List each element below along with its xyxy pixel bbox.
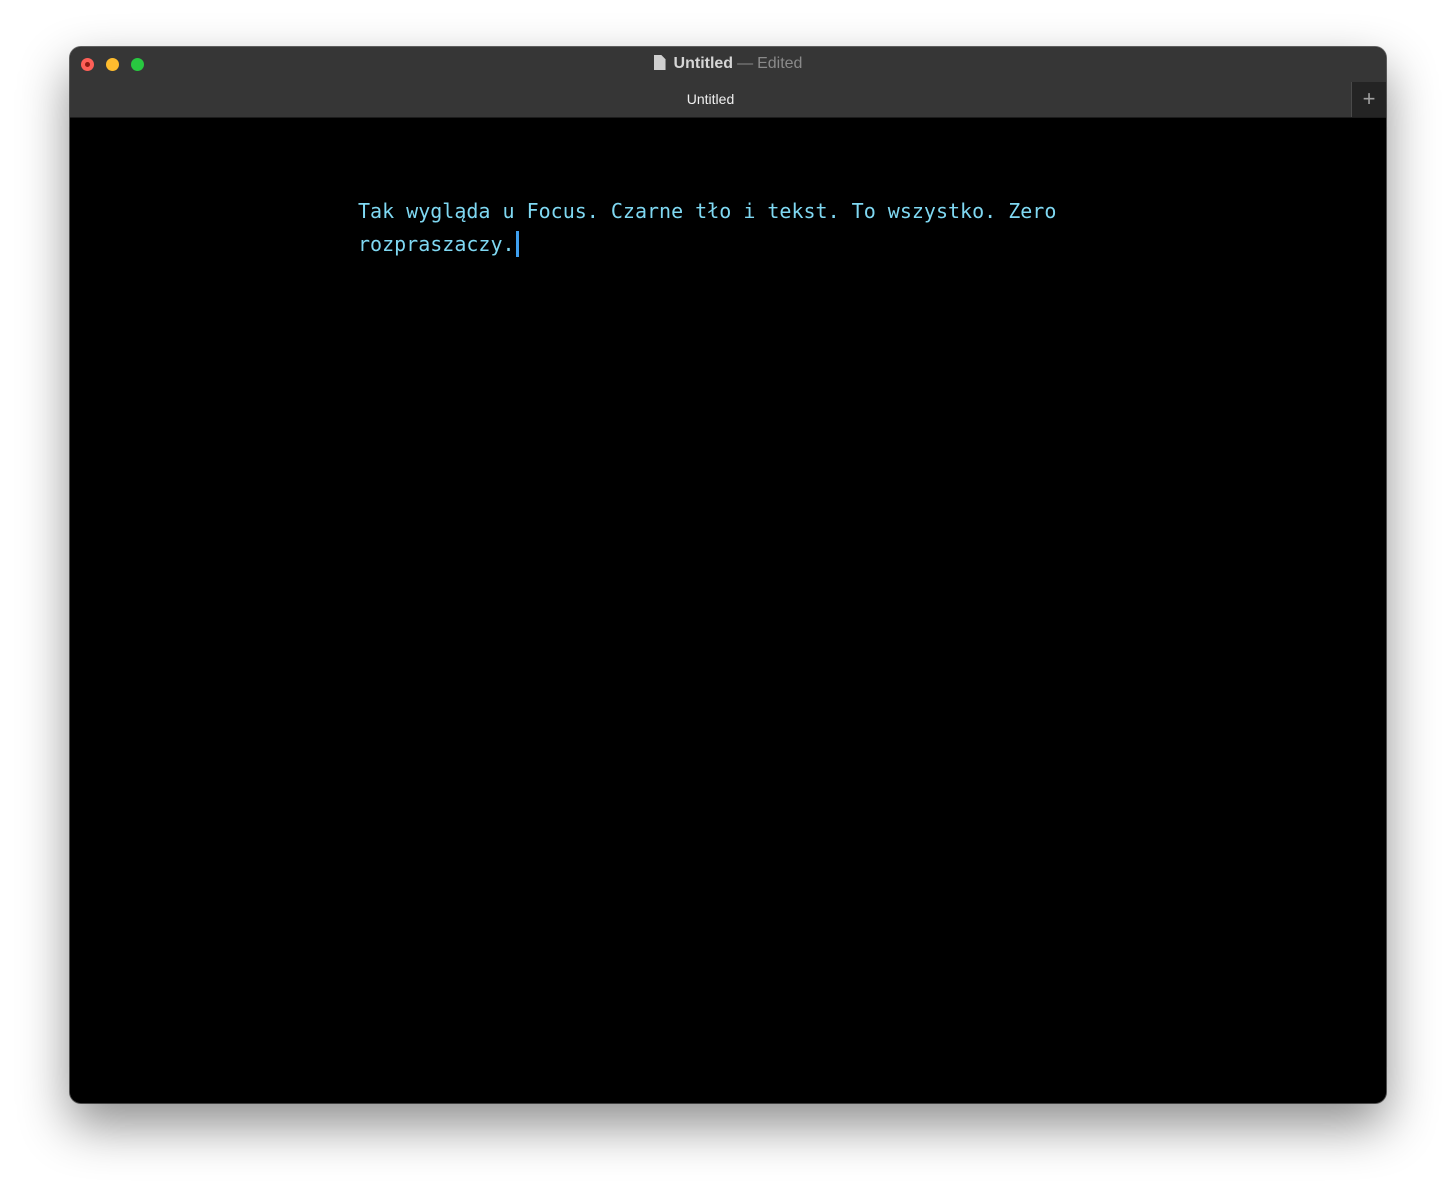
tab-untitled[interactable]: Untitled <box>70 82 1351 117</box>
title-separator: — <box>737 55 754 72</box>
app-window: Untitled — Edited Untitled + Tak wygląda u… <box>70 47 1386 1103</box>
tab-bar: Untitled + <box>70 82 1386 118</box>
title-bar[interactable]: Untitled — Edited <box>70 47 1386 82</box>
text-line: Tak wygląda u Focus. Czarne tło i tekst.… <box>358 199 1057 223</box>
text-caret <box>515 231 519 257</box>
text-line: rozpraszaczy. <box>358 232 515 256</box>
text-editor[interactable]: Tak wygląda u Focus. Czarne tło i tekst.… <box>70 118 1386 1103</box>
editor-text[interactable]: Tak wygląda u Focus. Czarne tło i tekst.… <box>358 195 1078 261</box>
document-icon[interactable] <box>653 55 666 70</box>
window-title: Untitled — Edited <box>70 55 1386 73</box>
new-tab-button[interactable]: + <box>1351 82 1386 117</box>
document-name[interactable]: Untitled <box>674 55 734 72</box>
plus-icon: + <box>1362 86 1376 111</box>
edited-status: Edited <box>757 55 803 72</box>
